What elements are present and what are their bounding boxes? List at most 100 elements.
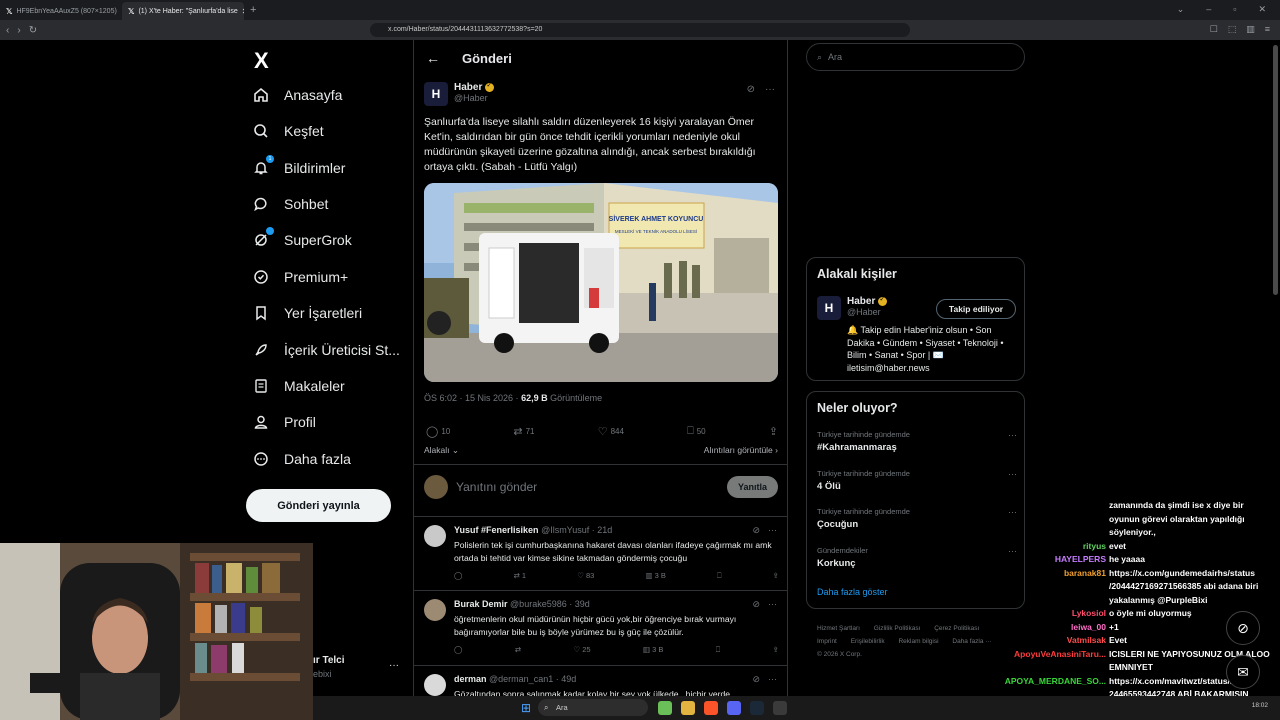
nav-item-premium[interactable]: Premium+	[252, 268, 348, 286]
discord-icon[interactable]	[727, 701, 741, 715]
grok-icon[interactable]: ⊘	[747, 84, 755, 95]
browser-tab-x-post[interactable]: 𝕏 (1) X'te Haber: "Şanlıurfa'da lise ✕	[122, 2, 244, 20]
x-logo-icon[interactable]: X	[254, 48, 269, 74]
bookmark-icon[interactable]: ⎕	[717, 571, 722, 581]
taskbar-search[interactable]: ⌕ Ara	[538, 699, 648, 716]
footer-link[interactable]: Çerez Politikası	[934, 625, 979, 632]
bookmark-action[interactable]: ⎕ 50	[687, 425, 706, 438]
obs-icon[interactable]	[773, 701, 787, 715]
scrollbar[interactable]	[1273, 45, 1278, 295]
footer-link[interactable]: Imprint	[817, 638, 837, 645]
footer-link[interactable]: Reklam bilgisi	[898, 638, 938, 645]
browser-tab-image[interactable]: 𝕏 HF9EbnYeaAAuxZ5 (807×1205)	[0, 2, 122, 20]
more-options-icon[interactable]: ···	[1008, 469, 1017, 479]
grok-floating-button[interactable]: ⊘	[1226, 611, 1260, 645]
reply-input[interactable]: Yanıtını gönder	[456, 480, 537, 494]
like-action[interactable]: ♡ 25	[573, 645, 590, 655]
nav-item-explore[interactable]: Keşfet	[252, 122, 324, 140]
trend-item[interactable]: Türkiye tarihinde gündemde Çocuğun ···	[817, 507, 1017, 530]
avatar[interactable]	[424, 674, 446, 696]
app-icon[interactable]	[658, 701, 672, 715]
nav-item-home[interactable]: Anasayfa	[252, 86, 342, 104]
windows-start-icon[interactable]: ⊞	[521, 701, 531, 715]
related-account[interactable]: Haber @Haber	[847, 295, 888, 317]
grok-icon[interactable]: ⊘	[752, 674, 760, 685]
chevron-down-icon[interactable]: ⌄	[1177, 4, 1185, 15]
more-options-icon[interactable]: ···	[1008, 546, 1017, 556]
post-button[interactable]: Gönderi yayınla	[246, 489, 391, 522]
repost-action[interactable]: ⇄ 1	[514, 571, 527, 581]
reply-author[interactable]: derman	[454, 674, 487, 684]
new-tab-button[interactable]: +	[250, 4, 256, 16]
view-quotes-link[interactable]: Alıntıları görüntüle ›	[704, 445, 778, 456]
back-arrow-icon[interactable]: ←	[426, 50, 440, 66]
reply-icon[interactable]: ◯	[454, 571, 462, 581]
folder-icon[interactable]	[681, 701, 695, 715]
back-arrow-icon[interactable]: ‹	[6, 25, 9, 36]
sidebar-icon[interactable]: ▥	[1246, 24, 1255, 35]
nav-item-more[interactable]: Daha fazla	[252, 450, 351, 468]
share-icon[interactable]: ⇪	[773, 645, 779, 655]
nav-item-creator-studio[interactable]: İçerik Üreticisi St...	[252, 341, 400, 359]
footer-link[interactable]: Gizlilik Politikası	[874, 625, 921, 632]
more-options-icon[interactable]: ···	[768, 599, 777, 610]
menu-icon[interactable]: ≡	[1265, 24, 1270, 35]
trend-item[interactable]: Türkiye tarihinde gündemde #Kahramanmara…	[817, 430, 1017, 453]
like-action[interactable]: ♡ 83	[577, 571, 594, 581]
reply-item[interactable]: Burak Demir @burake5986 · 39d ⊘ ··· öğret…	[414, 591, 787, 664]
post-image[interactable]: SİVEREK AHMET KOYUNCU MESLEKİ VE TEKNİK …	[424, 183, 778, 382]
grok-icon[interactable]: ⊘	[752, 525, 760, 536]
address-bar[interactable]: x.com/Haber/status/2044431113632772538?s…	[370, 23, 910, 37]
share-icon[interactable]: ⇪	[773, 571, 779, 581]
footer-link[interactable]: Daha fazla ···	[952, 638, 991, 645]
grok-icon[interactable]: ⊘	[752, 599, 760, 610]
following-button[interactable]: Takip ediliyor	[936, 299, 1016, 319]
related-dropdown[interactable]: Alakalı ⌄	[424, 445, 459, 456]
avatar[interactable]	[424, 599, 446, 621]
nav-item-articles[interactable]: Makaleler	[252, 377, 345, 395]
repost-action[interactable]: ⇄	[515, 645, 521, 655]
avatar[interactable]: H	[817, 296, 841, 320]
reply-author[interactable]: Burak Demir	[454, 599, 508, 609]
nav-item-supergrok[interactable]: SuperGrok	[252, 227, 352, 249]
close-icon[interactable]: ✕	[242, 7, 244, 16]
close-window-icon[interactable]: ✕	[1258, 4, 1266, 15]
forward-arrow-icon[interactable]: ›	[17, 25, 20, 36]
reply-author[interactable]: Yusuf #Fenerlisiken	[454, 525, 539, 535]
nav-item-notifications[interactable]: 1 Bildirimler	[252, 155, 345, 177]
repost-action[interactable]: ⇄ 71	[513, 425, 534, 438]
more-options-icon[interactable]: ···	[768, 525, 777, 536]
like-action[interactable]: ♡ 844	[598, 425, 624, 438]
minimize-icon[interactable]: –	[1206, 4, 1211, 15]
reply-icon[interactable]: ◯	[454, 645, 462, 655]
more-options-icon[interactable]: ···	[1008, 507, 1017, 517]
more-options-icon[interactable]: ···	[1008, 430, 1017, 440]
footer-link[interactable]: Hizmet Şartları	[817, 625, 860, 632]
steam-icon[interactable]	[750, 701, 764, 715]
restore-icon[interactable]: ▫	[1233, 4, 1236, 15]
bookmark-icon[interactable]: ⎕	[716, 645, 721, 655]
nav-item-profile[interactable]: Profil	[252, 413, 316, 431]
reload-icon[interactable]: ↻	[29, 25, 37, 36]
more-options-icon[interactable]: ···	[768, 674, 777, 685]
footer-link[interactable]: Erişilebilirlik	[851, 638, 885, 645]
brave-browser-icon[interactable]	[704, 701, 718, 715]
trend-item[interactable]: Türkiye tarihinde gündemde 4 Ölü ···	[817, 469, 1017, 492]
author-name[interactable]: Haber	[454, 81, 495, 93]
share-action[interactable]: ⇪	[769, 425, 778, 438]
show-more-link[interactable]: Daha fazla göster	[817, 587, 888, 597]
nav-item-bookmarks[interactable]: Yer İşaretleri	[252, 304, 362, 322]
views-action[interactable]: ▥ 3 B	[643, 645, 663, 655]
search-input[interactable]: ⌕ Ara	[806, 43, 1025, 71]
bookmark-page-icon[interactable]: ☐	[1210, 24, 1218, 35]
account-more-icon[interactable]: ···	[389, 660, 399, 671]
reply-button[interactable]: Yanıtla	[726, 476, 778, 498]
messages-floating-button[interactable]: ✉	[1226, 655, 1260, 689]
avatar[interactable]	[424, 525, 446, 547]
views-action[interactable]: ▥ 3 B	[645, 571, 665, 581]
avatar[interactable]: H	[424, 82, 448, 106]
post-timestamp[interactable]: ÖS 6:02 · 15 Nis 2026 ·	[424, 393, 521, 403]
trend-item[interactable]: Gündemdekiler Korkunç ···	[817, 546, 1017, 569]
extension-icon[interactable]: ⬚	[1228, 24, 1237, 35]
reply-item[interactable]: Yusuf #Fenerlisiken @IlsmYusuf · 21d ⊘ ··…	[414, 517, 787, 590]
